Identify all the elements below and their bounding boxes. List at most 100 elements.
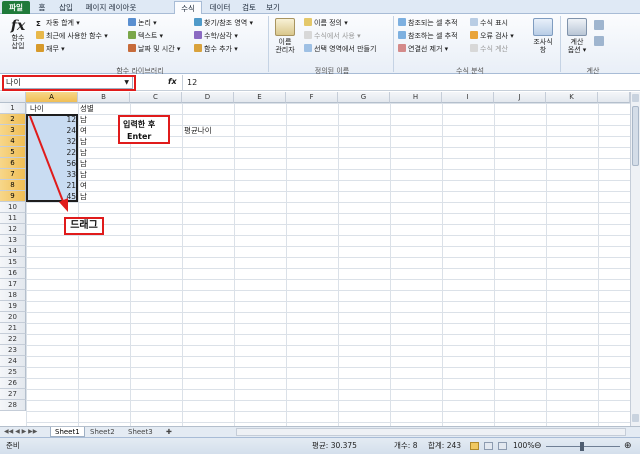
sigma-icon: Σ (36, 20, 41, 28)
remove-arrows-button[interactable]: 연결선 제거 ▾ (398, 44, 448, 54)
page-layout-view-icon[interactable] (484, 442, 493, 450)
row-header[interactable]: 27 (0, 389, 26, 400)
eraser-arrow-icon (398, 44, 406, 52)
row-header[interactable]: 25 (0, 367, 26, 378)
insert-function-button[interactable]: fx 함수 삽입 (4, 18, 32, 50)
tab-file[interactable]: 파일 (2, 1, 30, 14)
column-gridline (234, 103, 235, 426)
tab-insert[interactable]: 삽입 (55, 1, 77, 14)
logical-book-icon (128, 18, 136, 26)
trace-dependents-button[interactable]: 참조하는 셀 추적 (398, 31, 458, 41)
sheet-tab-sheet1[interactable]: Sheet1 (50, 427, 85, 437)
row-header[interactable]: 24 (0, 356, 26, 367)
autosum-button[interactable]: Σ 자동 합계 ▾ (36, 18, 80, 28)
column-header[interactable]: J (494, 92, 546, 103)
row-header[interactable]: 15 (0, 257, 26, 268)
row-header[interactable]: 14 (0, 246, 26, 257)
create-from-selection-button[interactable]: 선택 영역에서 만들기 (304, 44, 376, 54)
normal-view-icon[interactable] (470, 442, 479, 450)
column-gridline (598, 103, 599, 426)
row-header[interactable]: 18 (0, 290, 26, 301)
column-gridline (494, 103, 495, 426)
group-divider (268, 16, 269, 72)
row-header[interactable]: 26 (0, 378, 26, 389)
column-gridline (286, 103, 287, 426)
calculation-options-button[interactable]: 계산 옵션 ▾ (564, 18, 590, 54)
scroll-thumb[interactable] (632, 106, 639, 166)
row-header[interactable]: 21 (0, 323, 26, 334)
error-checking-button[interactable]: 오류 검사 ▾ (470, 31, 514, 41)
tab-formulas[interactable]: 수식 (174, 1, 202, 15)
column-header[interactable]: E (234, 92, 286, 103)
column-gridline (338, 103, 339, 426)
tab-data[interactable]: 데이터 (206, 1, 234, 14)
calculate-now-button[interactable] (594, 20, 606, 31)
tab-home[interactable]: 홈 (34, 1, 50, 14)
show-formulas-button[interactable]: 수식 표시 (470, 18, 508, 28)
datetime-button[interactable]: 날짜 및 시간 ▾ (128, 44, 180, 54)
sheet-nav-arrows-icon[interactable]: ◀◀ ◀ ▶ ▶▶ (4, 427, 37, 437)
zoom-out-icon[interactable]: ⊖ (534, 438, 542, 454)
math-button[interactable]: 수학/삼각 ▾ (194, 31, 238, 41)
evaluate-icon (470, 44, 478, 52)
text-button[interactable]: 텍스트 ▾ (128, 31, 163, 41)
row-header[interactable]: 20 (0, 312, 26, 323)
watch-window-button[interactable]: 조사식 창 (530, 18, 556, 54)
column-header[interactable]: F (286, 92, 338, 103)
row-header[interactable]: 22 (0, 334, 26, 345)
fx-icon[interactable]: fx (168, 77, 177, 86)
zoom-in-icon[interactable]: ⊕ (624, 438, 632, 454)
scroll-up-icon[interactable] (632, 94, 639, 102)
watch-window-icon (533, 18, 553, 36)
column-header[interactable]: G (338, 92, 390, 103)
tag-icon (304, 18, 312, 26)
row-header[interactable]: 28 (0, 400, 26, 411)
use-in-formula-button[interactable]: 수식에서 사용 ▾ (304, 31, 361, 41)
row-header[interactable]: 13 (0, 235, 26, 246)
tab-review[interactable]: 검토 (238, 1, 260, 14)
vertical-scrollbar[interactable] (630, 92, 640, 426)
new-sheet-icon[interactable]: ✚ (162, 427, 176, 437)
zoom-level[interactable]: 100% (513, 438, 534, 454)
define-name-button[interactable]: 이름 정의 ▾ (304, 18, 348, 28)
row-header[interactable]: 16 (0, 268, 26, 279)
math-book-icon (194, 31, 202, 39)
status-average: 평균: 30.375 (312, 441, 357, 450)
calculate-sheet-button[interactable] (594, 36, 606, 47)
scroll-down-icon[interactable] (632, 414, 639, 422)
status-sum: 합계: 243 (428, 441, 462, 450)
evaluate-formula-button[interactable]: 수식 계산 (470, 44, 508, 54)
trace-precedents-button[interactable]: 참조되는 셀 추적 (398, 18, 458, 28)
warning-icon (470, 31, 478, 39)
column-header[interactable]: H (390, 92, 442, 103)
column-header[interactable]: I (442, 92, 494, 103)
sheet-tab-sheet2[interactable]: Sheet2 (86, 427, 119, 437)
more-functions-button[interactable]: 함수 추가 ▾ (194, 44, 238, 54)
horizontal-scrollbar[interactable] (236, 428, 626, 436)
formula-input[interactable]: 12 (182, 75, 634, 90)
enter-callout: 입력한 후 Enter (118, 115, 170, 144)
row-header[interactable]: 19 (0, 301, 26, 312)
calc-sheet-icon (594, 36, 604, 46)
lookup-button[interactable]: 찾기/참조 영역 ▾ (194, 18, 253, 28)
group-divider (560, 16, 561, 72)
ribbon-tab-bar: 파일 홈 삽입 페이지 레이아웃 수식 데이터 검토 보기 (0, 0, 640, 15)
financial-button[interactable]: 재무 ▾ (36, 44, 65, 54)
column-header[interactable] (598, 92, 630, 103)
tab-page-layout[interactable]: 페이지 레이아웃 (80, 1, 142, 14)
tab-view[interactable]: 보기 (262, 1, 284, 14)
zoom-slider-thumb[interactable] (580, 442, 584, 451)
row-header[interactable]: 17 (0, 279, 26, 290)
row-header[interactable]: 23 (0, 345, 26, 356)
formula-sheet-icon (470, 18, 478, 26)
name-manager-button[interactable]: 이름 관리자 (272, 18, 298, 54)
sheet-tab-sheet3[interactable]: Sheet3 (124, 427, 157, 437)
clock-book-icon (128, 44, 136, 52)
column-header[interactable]: K (546, 92, 598, 103)
recent-functions-button[interactable]: 최근에 사용한 함수 ▾ (36, 31, 108, 41)
logical-button[interactable]: 논리 ▾ (128, 18, 157, 28)
status-count: 개수: 8 (394, 441, 418, 450)
worksheet-grid[interactable]: A B C D E F G H I J K 1 2 3 4 5 6 7 8 9 … (0, 92, 630, 426)
column-gridline (546, 103, 547, 426)
page-break-view-icon[interactable] (498, 442, 507, 450)
